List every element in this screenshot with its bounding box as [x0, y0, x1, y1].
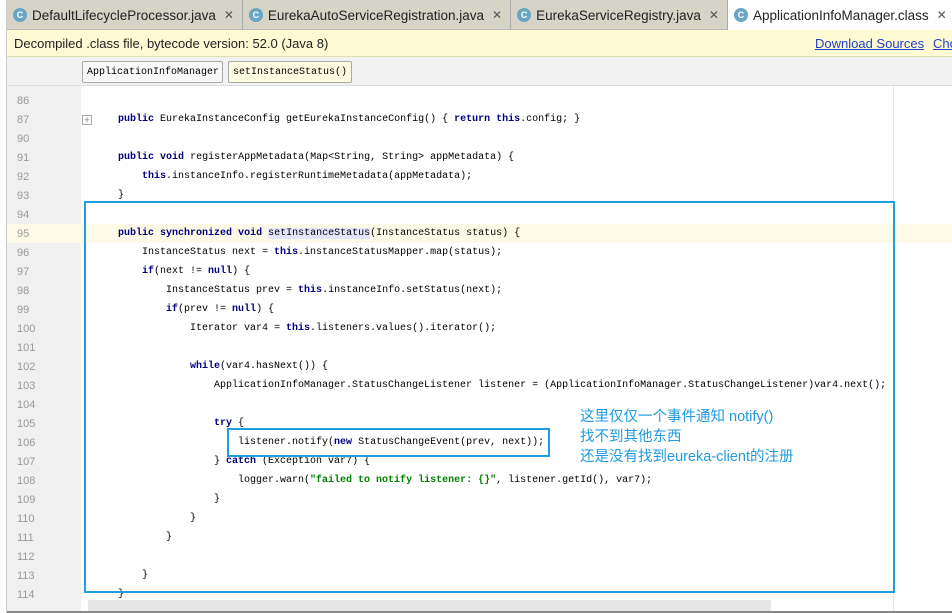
code-text: public EurekaInstanceConfig getEurekaIns…	[94, 114, 580, 125]
tab-application-info-manager[interactable]: C ApplicationInfoManager.class ✕	[727, 0, 952, 30]
editor-tabs: C DefaultLifecycleProcessor.java ✕ C Eureka…	[7, 0, 952, 30]
line-number: 107	[17, 455, 36, 468]
close-icon[interactable]: ✕	[224, 8, 234, 22]
code-text: }	[94, 190, 124, 201]
keyword-token: void	[160, 152, 185, 163]
tab-label: ApplicationInfoManager.class	[752, 7, 929, 23]
line-number: 97	[17, 265, 30, 278]
annotation-line: 找不到其他东西	[580, 429, 682, 445]
line-number: 112	[17, 550, 35, 563]
line-number: 90	[17, 132, 30, 145]
code-token: }	[94, 190, 125, 201]
line-number: 91	[17, 151, 30, 164]
close-icon[interactable]: ✕	[492, 8, 502, 22]
close-icon[interactable]: ✕	[709, 8, 719, 22]
highlight-box-method	[84, 201, 895, 593]
code-token: .instanceInfo.registerRuntimeMetadata(ap…	[166, 171, 473, 182]
code-token: .config; }	[520, 114, 581, 125]
class-file-icon: C	[733, 8, 748, 22]
highlight-box-notify	[227, 428, 550, 457]
line-number: 103	[17, 379, 36, 392]
annotation-line: 这里仅仅一个事件通知 notify()	[580, 409, 774, 425]
tab-default-lifecycle-processor[interactable]: C DefaultLifecycleProcessor.java ✕	[7, 0, 243, 30]
code-line[interactable]: 90	[7, 129, 952, 148]
line-number: 110	[17, 512, 35, 525]
keyword-token: return	[454, 114, 491, 125]
keyword-token: public	[118, 152, 155, 163]
decompiled-banner: Decompiled .class file, bytecode version…	[7, 30, 952, 57]
line-number: 95	[17, 227, 30, 240]
banner-text: Decompiled .class file, bytecode version…	[14, 35, 329, 51]
download-sources-link[interactable]: Download Sources	[815, 36, 924, 51]
line-number: 102	[17, 360, 36, 373]
line-number: 109	[17, 493, 36, 506]
line-number: 108	[17, 474, 36, 487]
line-number: 106	[17, 436, 36, 449]
choose-sources-link[interactable]: Cho	[933, 36, 952, 51]
tab-label: EurekaServiceRegistry.java	[536, 7, 701, 23]
line-number: 101	[17, 341, 36, 354]
tab-label: EurekaAutoServiceRegistration.java	[267, 7, 485, 23]
line-number: 104	[17, 398, 36, 411]
line-number: 86	[17, 94, 30, 107]
line-number: 94	[17, 208, 30, 221]
class-file-icon: C	[517, 8, 532, 22]
annotation-note: 这里仅仅一个事件通知 notify() 找不到其他东西 还是没有找到eureka…	[580, 407, 794, 467]
line-number: 92	[17, 170, 30, 183]
line-number: 98	[17, 284, 30, 297]
annotation-line: 还是没有找到eureka-client的注册	[580, 449, 794, 465]
tab-eureka-auto-service-registration[interactable]: C EurekaAutoServiceRegistration.java ✕	[243, 0, 512, 30]
line-number: 100	[17, 322, 36, 335]
tab-label: DefaultLifecycleProcessor.java	[32, 7, 216, 23]
breadcrumb: ApplicationInfoManager setInstanceStatus…	[7, 57, 952, 86]
code-line[interactable]: 91 public void registerAppMetadata(Map<S…	[7, 148, 952, 167]
tab-eureka-service-registry[interactable]: C EurekaServiceRegistry.java ✕	[511, 0, 728, 30]
code-text: this.instanceInfo.registerRuntimeMetadat…	[94, 171, 472, 182]
close-icon[interactable]: ✕	[937, 8, 947, 22]
code-token: EurekaInstanceConfig getEurekaInstanceCo…	[154, 114, 455, 125]
line-number: 113	[17, 569, 35, 582]
keyword-token: this	[142, 171, 167, 182]
line-number: 99	[17, 303, 30, 316]
line-number: 96	[17, 246, 30, 259]
class-file-icon: C	[248, 8, 263, 22]
code-line[interactable]: 87 + public EurekaInstanceConfig getEurek…	[7, 110, 952, 129]
line-number: 105	[17, 417, 36, 430]
code-token: registerAppMetadata(Map<String, String> …	[184, 152, 515, 163]
breadcrumb-class[interactable]: ApplicationInfoManager	[82, 61, 223, 83]
code-line[interactable]: 86	[7, 91, 952, 110]
keyword-token: public	[118, 114, 155, 125]
line-number: 111	[17, 531, 34, 544]
line-number: 87	[17, 113, 30, 126]
code-text: public void registerAppMetadata(Map<Stri…	[94, 152, 514, 163]
breadcrumb-method[interactable]: setInstanceStatus()	[228, 61, 352, 83]
class-file-icon: C	[13, 8, 27, 22]
code-line[interactable]: 92 this.instanceInfo.registerRuntimeMeta…	[7, 167, 952, 186]
keyword-token: this	[496, 114, 521, 125]
line-number: 93	[17, 189, 30, 202]
line-number: 114	[17, 588, 35, 601]
background-window-edge	[0, 0, 7, 613]
fold-expand-icon[interactable]: +	[82, 114, 92, 125]
